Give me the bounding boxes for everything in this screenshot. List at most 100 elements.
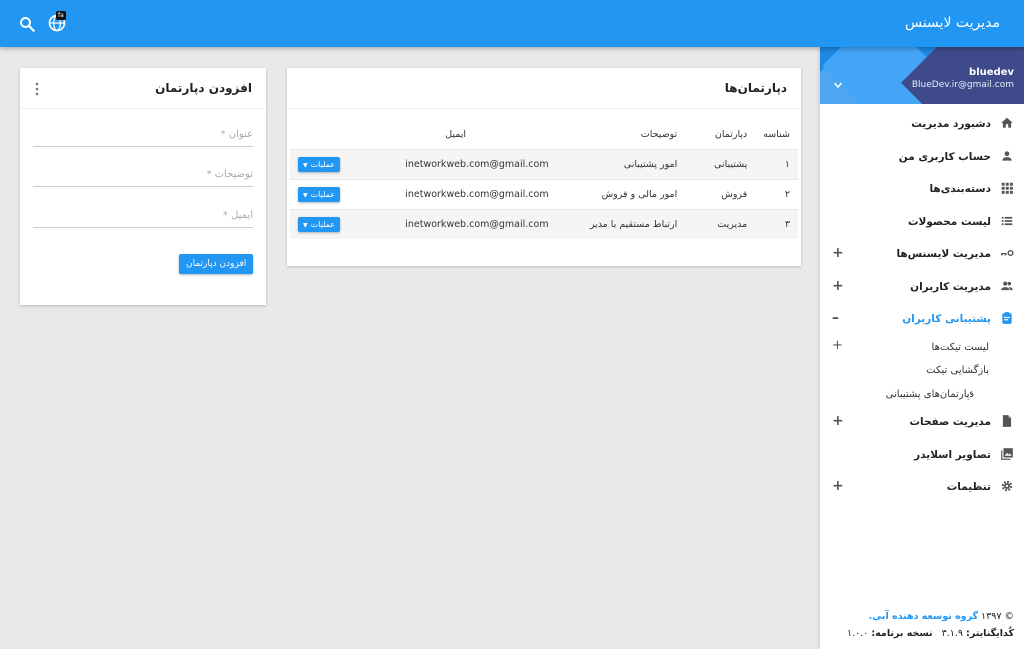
- sidebar-item-licenses[interactable]: مدیریت لایسنس‌ها +: [820, 238, 1024, 271]
- profile-email: BlueDev.ir@gmail.com: [911, 80, 1014, 90]
- grid-icon: [1001, 182, 1013, 194]
- sidebar-item-label: مدیریت صفحات: [909, 416, 991, 428]
- sidebar-subitem-support-departments[interactable]: دپارتمان‌های پشتیبانی ›: [820, 383, 1024, 407]
- expand-icon[interactable]: +: [832, 245, 844, 261]
- actions-dropdown-button[interactable]: عملیات▼: [298, 216, 341, 232]
- chevron-down-icon[interactable]: [832, 79, 844, 91]
- sidebar: bluedev BlueDev.ir@gmail.com دشبورد مدیر…: [820, 47, 1024, 649]
- key-icon: [1001, 249, 1014, 257]
- actions-dropdown-button[interactable]: عملیات▼: [298, 186, 341, 202]
- sidebar-item-label: مدیریت کاربران: [910, 280, 991, 293]
- caret-down-icon: ▼: [303, 221, 308, 229]
- sidebar-item-users[interactable]: مدیریت کاربران +: [820, 271, 1024, 304]
- sidebar-subitem-label: بازگشایی تیکت: [926, 365, 989, 376]
- sidebar-item-pages[interactable]: مدیریت صفحات +: [820, 406, 1024, 439]
- version-info: کُدایگنایتر: ۳.۱.۹ نسخه برنامه: ۱.۰.۰: [847, 628, 1014, 639]
- sidebar-item-support[interactable]: پشتیبانی کاربران –: [820, 303, 1024, 336]
- title-field[interactable]: [33, 123, 253, 147]
- column-header-id: شناسه: [763, 129, 790, 141]
- email-input[interactable]: [33, 204, 253, 227]
- cell-id: ۱: [755, 148, 798, 179]
- description-input[interactable]: [33, 163, 253, 186]
- description-field[interactable]: [33, 163, 253, 187]
- column-header-email: ایمیل: [445, 129, 467, 141]
- chevron-right-icon: ›: [969, 387, 973, 399]
- cell-department: پشتیبانی: [685, 148, 756, 179]
- sidebar-item-label: مدیریت لایسنس‌ها: [896, 248, 991, 260]
- actions-label: عملیات: [310, 219, 336, 229]
- sidebar-item-categories[interactable]: دسته‌بندی‌ها: [820, 173, 1024, 206]
- column-header-description: توضیحات: [640, 129, 678, 141]
- sidebar-item-label: لیست محصولات: [907, 215, 991, 228]
- email-field[interactable]: [33, 204, 253, 228]
- actions-dropdown-button[interactable]: عملیات▼: [298, 156, 341, 172]
- column-header-department: دپارتمان: [714, 129, 748, 141]
- table-header-row: شناسه دپارتمان توضیحات ایمیل: [290, 121, 798, 149]
- cell-department: مدیریت: [685, 208, 756, 239]
- divider: [287, 108, 801, 109]
- cell-description: امور پشتیبانی: [575, 148, 686, 179]
- cell-actions: عملیات▼: [290, 178, 396, 209]
- sidebar-subitem-ticket-list[interactable]: لیست تیکت‌ها +: [820, 336, 1024, 360]
- people-icon: [1001, 281, 1013, 290]
- expand-icon[interactable]: +: [832, 478, 844, 494]
- sidebar-item-my-account[interactable]: حساب کاربری من: [820, 141, 1024, 174]
- language-badge: fa: [56, 11, 66, 20]
- cell-email: inetworkweb.com@gmail.com: [395, 148, 576, 179]
- search-icon[interactable]: [18, 15, 36, 33]
- table-row: ۱ پشتیبانی امور پشتیبانی inetworkweb.com…: [290, 148, 798, 179]
- app-title: مدیریت لایسنس: [904, 15, 1000, 31]
- sidebar-footer: © ۱۳۹۷ گروه توسعه دهنده آبی. کُدایگنایتر…: [847, 611, 1014, 639]
- title-input[interactable]: [33, 123, 253, 146]
- cell-actions: عملیات▼: [290, 148, 396, 179]
- cell-id: ۳: [755, 208, 798, 239]
- add-department-card: افزودن دپارتمان افزودن دپارتمان: [20, 68, 266, 305]
- cell-actions: عملیات▼: [290, 208, 396, 239]
- divider: [20, 108, 266, 109]
- gear-icon: [1001, 480, 1013, 492]
- expand-icon[interactable]: +: [832, 338, 843, 353]
- codeigniter-version: ۳.۱.۹: [941, 628, 963, 639]
- sidebar-item-slider-images[interactable]: تصاویر اسلایدر: [820, 439, 1024, 472]
- sidebar-item-label: پشتیبانی کاربران: [902, 313, 991, 325]
- expand-icon[interactable]: +: [832, 413, 844, 429]
- app-version: ۱.۰.۰: [846, 628, 869, 639]
- column-header-actions: [290, 121, 395, 149]
- cell-department: فروش: [685, 178, 756, 209]
- profile-name: bluedev: [969, 67, 1014, 78]
- sidebar-item-label: تصاویر اسلایدر: [914, 448, 991, 461]
- collapse-icon[interactable]: –: [832, 310, 839, 326]
- sidebar-subitem-label: لیست تیکت‌ها: [931, 341, 989, 353]
- departments-table: شناسه دپارتمان توضیحات ایمیل ۱ پشتیبانی …: [290, 121, 798, 239]
- image-icon: [1001, 447, 1013, 460]
- table-row: ۲ فروش امور مالی و فروش inetworkweb.com@…: [290, 178, 798, 209]
- cell-id: ۲: [755, 178, 798, 209]
- table-row: ۳ مدیریت ارتباط مستقیم با مدیر inetworkw…: [290, 208, 798, 239]
- add-department-title: افزودن دپارتمان: [155, 81, 252, 95]
- sidebar-item-label: دشبورد مدیریت: [911, 118, 991, 130]
- cell-email: inetworkweb.com@gmail.com: [395, 178, 576, 209]
- sidebar-menu: دشبورد مدیریت حساب کاربری من دسته‌بندی‌ه…: [820, 104, 1024, 504]
- expand-icon[interactable]: +: [832, 278, 844, 294]
- sidebar-item-settings[interactable]: تنظیمات +: [820, 471, 1024, 504]
- cell-description: امور مالی و فروش: [575, 178, 686, 209]
- list-icon: [1001, 216, 1013, 225]
- sidebar-item-products[interactable]: لیست محصولات: [820, 206, 1024, 239]
- sidebar-subitem-open-ticket[interactable]: بازگشایی تیکت: [820, 359, 1024, 383]
- person-icon: [1002, 150, 1012, 161]
- sidebar-item-dashboard[interactable]: دشبورد مدیریت: [820, 108, 1024, 141]
- sidebar-item-label: حساب کاربری من: [898, 150, 991, 163]
- add-department-button[interactable]: افزودن دپارتمان: [179, 254, 254, 274]
- company-link[interactable]: گروه توسعه دهنده آبی.: [869, 611, 978, 622]
- sidebar-subitem-label: دپارتمان‌های پشتیبانی: [885, 388, 974, 400]
- file-icon: [1002, 415, 1012, 427]
- clipboard-icon: [1002, 312, 1012, 324]
- top-app-bar: مدیریت لایسنس fa: [0, 0, 1024, 47]
- language-switcher[interactable]: fa: [47, 11, 67, 33]
- more-vert-icon[interactable]: [34, 82, 40, 96]
- actions-label: عملیات: [310, 159, 336, 169]
- copyright-year: © ۱۳۹۷: [981, 611, 1014, 622]
- sidebar-item-label: تنظیمات: [946, 481, 991, 493]
- home-icon: [1001, 117, 1013, 128]
- app-version-label: نسخه برنامه:: [871, 628, 933, 639]
